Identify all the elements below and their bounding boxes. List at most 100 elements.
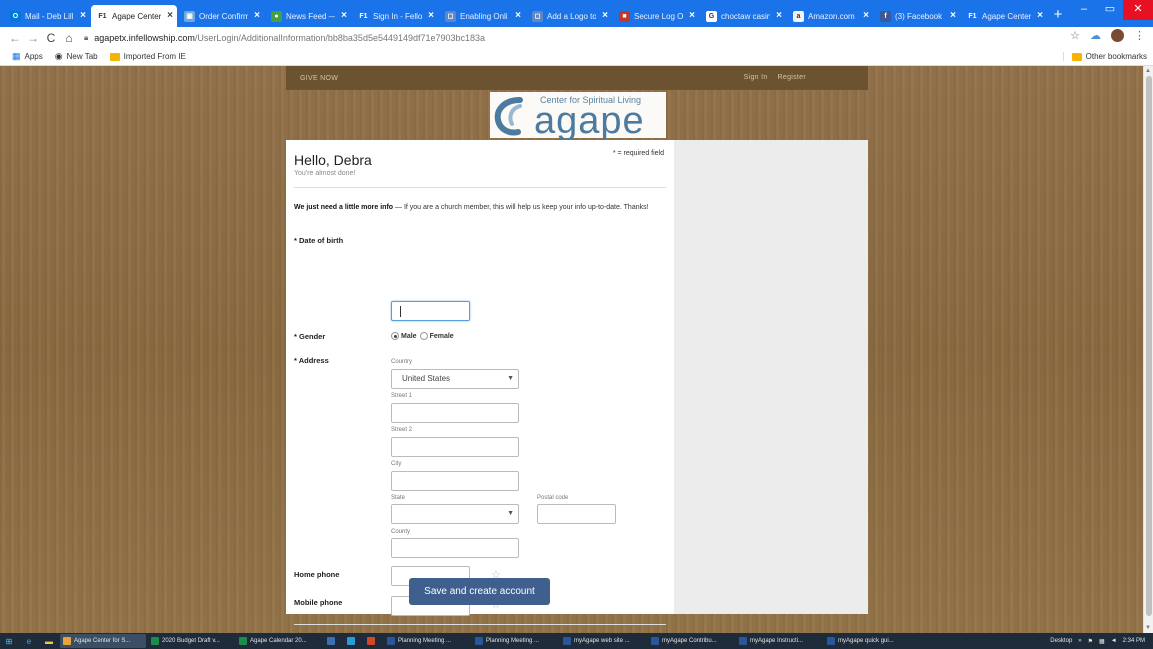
tab-close-icon[interactable]: × bbox=[80, 10, 86, 22]
tab-close-icon[interactable]: × bbox=[167, 10, 173, 22]
state-select[interactable]: ▼ bbox=[391, 504, 519, 524]
browser-tab[interactable]: F1 Sign In - Fello × bbox=[352, 5, 438, 27]
give-now-link[interactable]: GIVE NOW bbox=[300, 75, 338, 82]
extension-icon[interactable]: ☁ bbox=[1090, 29, 1101, 42]
taskbar-item[interactable] bbox=[324, 634, 342, 648]
state-label: State bbox=[391, 495, 406, 501]
tab-close-icon[interactable]: × bbox=[689, 10, 695, 22]
bookmark-imported-from-ie[interactable]: Imported From IE bbox=[109, 52, 186, 61]
tab-close-icon[interactable]: × bbox=[602, 10, 608, 22]
menu-icon[interactable]: ⋮ bbox=[1134, 29, 1145, 42]
country-select[interactable]: United States ▼ bbox=[391, 369, 519, 389]
taskbar-item[interactable] bbox=[344, 634, 362, 648]
tab-close-icon[interactable]: × bbox=[863, 10, 869, 22]
other-bookmarks-label: Other bookmarks bbox=[1085, 52, 1147, 61]
volume-icon[interactable]: ◄ bbox=[1111, 638, 1117, 644]
tab-close-icon[interactable]: × bbox=[428, 10, 434, 22]
bookmark-new-tab[interactable]: ◉ New Tab bbox=[55, 51, 98, 62]
tray-overflow-icon[interactable]: » bbox=[1078, 638, 1081, 644]
browser-tab[interactable]: F1 Agape Center × bbox=[961, 5, 1047, 27]
tab-close-icon[interactable]: × bbox=[950, 10, 956, 22]
network-icon[interactable]: ▦ bbox=[1099, 638, 1105, 645]
tab-close-icon[interactable]: × bbox=[341, 10, 347, 22]
sign-in-link[interactable]: Sign In bbox=[744, 74, 768, 81]
clock[interactable]: 2:34 PM bbox=[1123, 638, 1145, 644]
street2-input[interactable] bbox=[391, 437, 519, 457]
window-controls: – ▭ ✕ bbox=[1071, 0, 1153, 22]
address-bar[interactable]: 🔒︎ agapetx.infellowship.com/UserLogin/Ad… bbox=[84, 29, 1114, 46]
street1-input[interactable] bbox=[391, 403, 519, 423]
browser-tab[interactable]: f (3) Facebook × bbox=[874, 5, 960, 27]
app-icon bbox=[367, 637, 375, 645]
reload-icon[interactable]: C bbox=[42, 31, 60, 45]
text-caret bbox=[400, 306, 401, 317]
tab-close-icon[interactable]: × bbox=[254, 10, 260, 22]
gender-male-label: Male bbox=[401, 332, 417, 340]
tab-close-icon[interactable]: × bbox=[776, 10, 782, 22]
windows-taskbar: ⊞ e ▬ Agape Center for S... 2020 Budget D… bbox=[0, 633, 1153, 649]
register-link[interactable]: Register bbox=[778, 74, 806, 81]
postal-code-input[interactable] bbox=[537, 504, 616, 524]
side-panel bbox=[674, 140, 868, 614]
save-and-create-account-button[interactable]: Save and create account bbox=[409, 578, 550, 605]
bookmark-star-icon[interactable]: ☆ bbox=[1070, 29, 1080, 42]
url-host: agapetx.infellowship.com bbox=[94, 32, 195, 43]
home-icon[interactable]: ⌂ bbox=[60, 31, 78, 45]
taskbar-item[interactable]: 2020 Budget Draft v... bbox=[148, 634, 234, 648]
greeting-title: Hello, Debra bbox=[294, 152, 372, 168]
browser-tab[interactable]: ▣ Order Confirm × bbox=[178, 5, 264, 27]
browser-tab[interactable]: O Mail - Deb Lill × bbox=[4, 5, 90, 27]
tab-favicon-icon: ▣ bbox=[184, 10, 195, 22]
tab-close-icon[interactable]: × bbox=[1037, 10, 1043, 22]
maximize-icon[interactable]: ▭ bbox=[1097, 0, 1123, 20]
browser-tab[interactable]: ◻ Add a Logo to × bbox=[526, 5, 612, 27]
browser-toolbar: ← → C ⌂ 🔒︎ agapetx.infellowship.com/User… bbox=[0, 27, 1153, 48]
minimize-icon[interactable]: – bbox=[1071, 0, 1097, 20]
agape-logo: Center for Spiritual Living agape bbox=[490, 92, 666, 142]
scroll-down-icon[interactable]: ▼ bbox=[1145, 625, 1151, 631]
date-of-birth-input[interactable] bbox=[391, 301, 470, 321]
taskbar-item[interactable]: myAgape web site ... bbox=[560, 634, 646, 648]
taskbar-item[interactable]: Planning Meeting ... bbox=[472, 634, 558, 648]
browser-tab[interactable]: ◻ Enabling Onli × bbox=[439, 5, 525, 27]
scrollbar-thumb[interactable] bbox=[1146, 76, 1152, 616]
new-tab-button[interactable]: + bbox=[1048, 5, 1068, 27]
browser-tab[interactable]: a Amazon.com × bbox=[787, 5, 873, 27]
bookmark-apps[interactable]: ▦ Apps bbox=[12, 51, 43, 62]
scroll-up-icon[interactable]: ▲ bbox=[1145, 68, 1151, 74]
tab-title: Sign In - Fello bbox=[373, 11, 422, 21]
taskbar-item[interactable]: Agape Calendar 20... bbox=[236, 634, 322, 648]
taskbar-item[interactable]: Planning Meeting ... bbox=[384, 634, 470, 648]
browser-tab[interactable]: Gchoctaw casin × bbox=[700, 5, 786, 27]
gender-female-radio[interactable] bbox=[419, 332, 428, 340]
tab-favicon-icon: F1 bbox=[97, 10, 108, 22]
tab-close-icon[interactable]: × bbox=[515, 10, 521, 22]
tab-title: Order Confirm bbox=[199, 11, 248, 21]
gender-female-label: Female bbox=[429, 332, 454, 340]
close-window-icon[interactable]: ✕ bbox=[1123, 0, 1153, 20]
file-explorer-icon[interactable]: ▬ bbox=[40, 634, 58, 648]
profile-avatar[interactable] bbox=[1111, 29, 1124, 42]
taskbar-item[interactable]: myAgape Instructi... bbox=[736, 634, 822, 648]
logo-wordmark: agape bbox=[534, 100, 645, 142]
taskbar-item[interactable]: myAgape quick gui... bbox=[824, 634, 910, 648]
taskbar-item[interactable]: Agape Center for S... bbox=[60, 634, 146, 648]
other-bookmarks[interactable]: Other bookmarks bbox=[1062, 52, 1147, 61]
start-button-icon[interactable]: ⊞ bbox=[0, 634, 18, 648]
back-icon[interactable]: ← bbox=[6, 31, 24, 45]
forward-icon[interactable]: → bbox=[24, 31, 42, 45]
desktop-toolbar-label[interactable]: Desktop bbox=[1050, 638, 1072, 644]
page-scrollbar[interactable]: ▲ ▼ bbox=[1143, 66, 1153, 633]
taskbar-item[interactable]: myAgape Contribu... bbox=[648, 634, 734, 648]
auth-links: Sign In Register bbox=[744, 74, 806, 81]
internet-explorer-icon[interactable]: e bbox=[20, 634, 38, 648]
taskbar-item[interactable] bbox=[364, 634, 382, 648]
city-input[interactable] bbox=[391, 471, 519, 491]
flag-icon[interactable]: ⚑ bbox=[1088, 638, 1093, 645]
home-phone-label: Home phone bbox=[294, 570, 340, 579]
gender-male-radio[interactable] bbox=[391, 332, 399, 340]
browser-tab[interactable]: ● News Feed — × bbox=[265, 5, 351, 27]
browser-tab[interactable]: ■ Secure Log Of × bbox=[613, 5, 699, 27]
county-input[interactable] bbox=[391, 538, 519, 558]
browser-tab[interactable]: F1 Agape Center f × bbox=[91, 5, 177, 27]
